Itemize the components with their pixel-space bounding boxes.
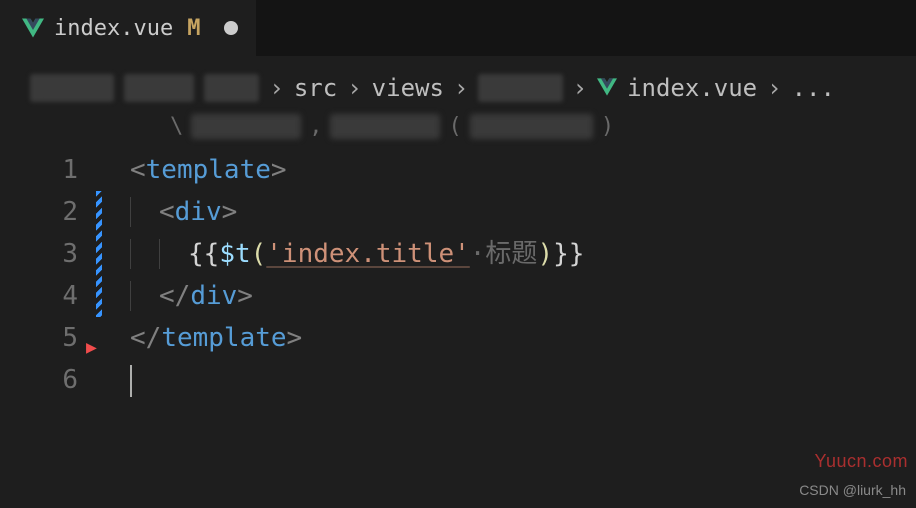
line-number: 4 bbox=[0, 275, 78, 317]
breadcrumb-trailing[interactable]: ... bbox=[792, 74, 835, 102]
code-line: {{$t('index.title'·标题)}} bbox=[130, 233, 584, 275]
fold-arrow-icon[interactable]: ▶ bbox=[86, 327, 97, 369]
code-area[interactable]: <template> <div> {{$t('index.title'·标题)}… bbox=[106, 149, 584, 401]
text-cursor bbox=[130, 365, 132, 397]
chevron-right-icon: › bbox=[269, 74, 283, 102]
editor-tab[interactable]: index.vue M bbox=[0, 0, 257, 56]
line-number: 2 bbox=[0, 191, 78, 233]
chevron-right-icon: › bbox=[573, 74, 587, 102]
line-number: 6 bbox=[0, 359, 78, 401]
credit-text: CSDN @liurk_hh bbox=[799, 482, 906, 498]
line-number: 3 bbox=[0, 233, 78, 275]
line-number-gutter: 1 2 3 4 5 6 bbox=[0, 149, 96, 401]
vue-file-icon bbox=[22, 18, 44, 38]
line-number: 1 bbox=[0, 149, 78, 191]
breadcrumb-obscured: ··l bbox=[204, 74, 259, 102]
breadcrumb-obscured: ·· · bbox=[124, 74, 194, 102]
breadcrumb-obscured: l···. bbox=[478, 74, 562, 102]
breadcrumb-part[interactable]: views bbox=[372, 74, 444, 102]
git-gutter: ▶ bbox=[96, 149, 106, 401]
watermark: Yuucn.com bbox=[814, 451, 908, 472]
tab-modified-indicator: M bbox=[187, 16, 200, 41]
tab-bar: index.vue M bbox=[0, 0, 916, 56]
breadcrumb-obscured: pa··· bbox=[30, 74, 114, 102]
breadcrumb-part[interactable]: index.vue bbox=[627, 74, 757, 102]
code-line: </div> bbox=[130, 275, 584, 317]
breadcrumb[interactable]: pa··· ·· · ··l › src › views › l···. › i… bbox=[0, 56, 916, 110]
tab-filename: index.vue bbox=[54, 16, 173, 41]
breadcrumb-part[interactable]: src bbox=[294, 74, 337, 102]
code-line bbox=[130, 359, 584, 401]
tab-dirty-dot[interactable] bbox=[224, 21, 238, 35]
chevron-right-icon: › bbox=[454, 74, 468, 102]
git-modified-indicator[interactable] bbox=[96, 191, 102, 317]
code-line: <div> bbox=[130, 191, 584, 233]
code-editor[interactable]: 1 2 3 4 5 6 ▶ <template> <div> {{$t('ind… bbox=[0, 149, 916, 401]
chevron-right-icon: › bbox=[347, 74, 361, 102]
line-number: 5 bbox=[0, 317, 78, 359]
chevron-right-icon: › bbox=[767, 74, 781, 102]
code-line: <template> bbox=[130, 149, 584, 191]
code-line: </template> bbox=[130, 317, 584, 359]
vue-file-icon bbox=[597, 74, 617, 102]
obscured-code-line: \··,·····, ····· ··( ····· ···) bbox=[0, 110, 916, 149]
